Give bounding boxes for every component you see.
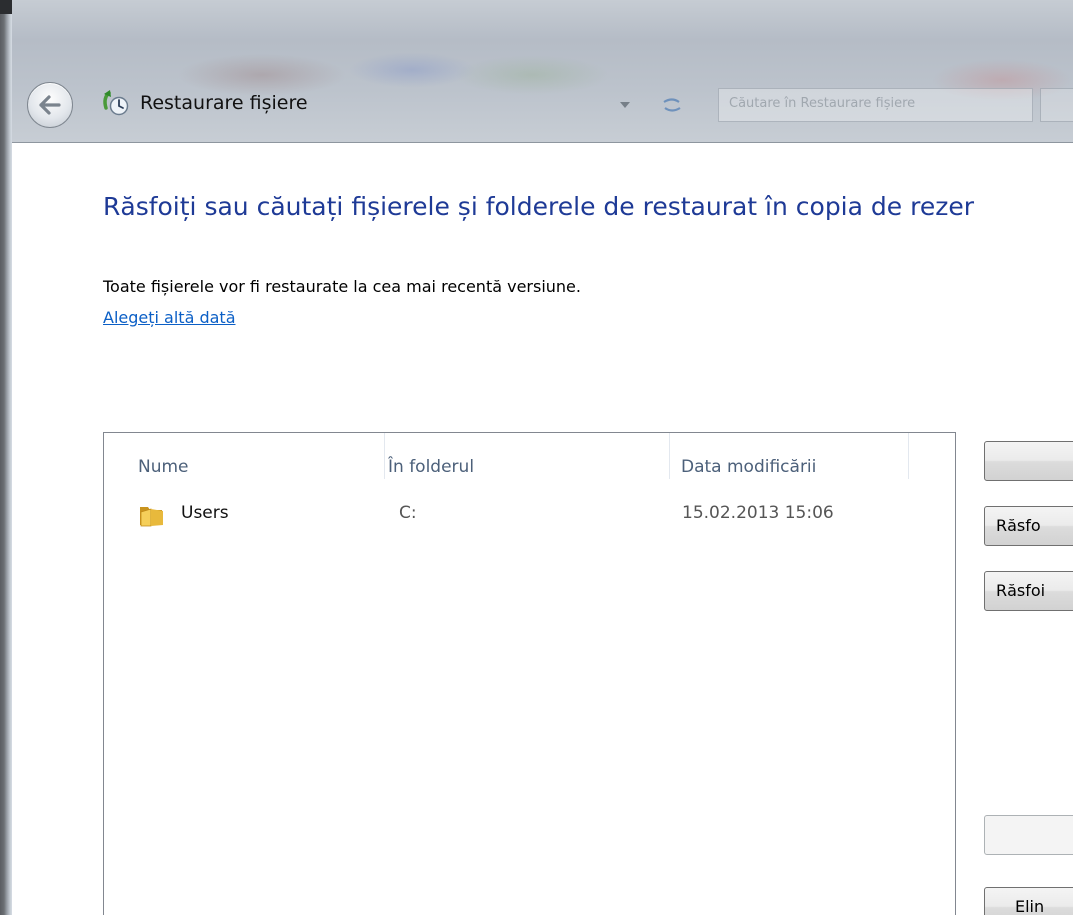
browse-files-button[interactable]: Răsfo (984, 506, 1073, 546)
table-row[interactable]: Users C: 15.02.2013 15:06 (105, 491, 954, 527)
file-name: Users (181, 503, 229, 523)
refresh-icon[interactable] (652, 90, 692, 120)
search-icon[interactable] (1040, 88, 1073, 122)
folder-icon (140, 507, 163, 527)
column-separator[interactable] (384, 433, 385, 479)
restore-info-text: Toate fișierele vor fi restaurate la cea… (103, 277, 581, 296)
remove-button[interactable] (984, 815, 1073, 855)
browse-folders-button[interactable]: Răsfoi (984, 571, 1073, 611)
page-heading: Răsfoiți sau căutați fișierele și folder… (103, 192, 974, 221)
window-corner (0, 0, 12, 14)
restore-files-icon (103, 90, 129, 116)
restore-files-window: Restaurare fișiere Căutare în Restaurare… (0, 0, 1073, 915)
file-folder: C: (399, 503, 417, 523)
address-dropdown-icon[interactable] (618, 98, 632, 112)
back-arrow-icon (39, 95, 61, 115)
choose-other-date-link[interactable]: Alegeți altă dată (103, 306, 236, 330)
column-header-date[interactable]: Data modificării (681, 441, 816, 493)
column-header-folder[interactable]: În folderul (388, 441, 474, 493)
column-separator[interactable] (669, 433, 670, 479)
back-button[interactable] (27, 82, 73, 128)
column-separator[interactable] (908, 433, 909, 479)
browse-folders-label: Răsfoi (996, 581, 1046, 600)
window-title: Restaurare fișiere (140, 92, 308, 114)
file-list[interactable]: Nume În folderul Data modificării Users … (103, 432, 956, 915)
file-modified: 15.02.2013 15:06 (682, 503, 834, 523)
column-header-name[interactable]: Nume (138, 441, 189, 493)
search-button[interactable] (984, 441, 1073, 481)
browse-files-label: Răsfo (996, 516, 1041, 535)
window-left-border (0, 0, 12, 915)
search-input[interactable]: Căutare în Restaurare fișiere (718, 88, 1033, 122)
remove-all-button[interactable]: Elin (984, 887, 1073, 915)
remove-all-label: Elin (1015, 897, 1045, 915)
